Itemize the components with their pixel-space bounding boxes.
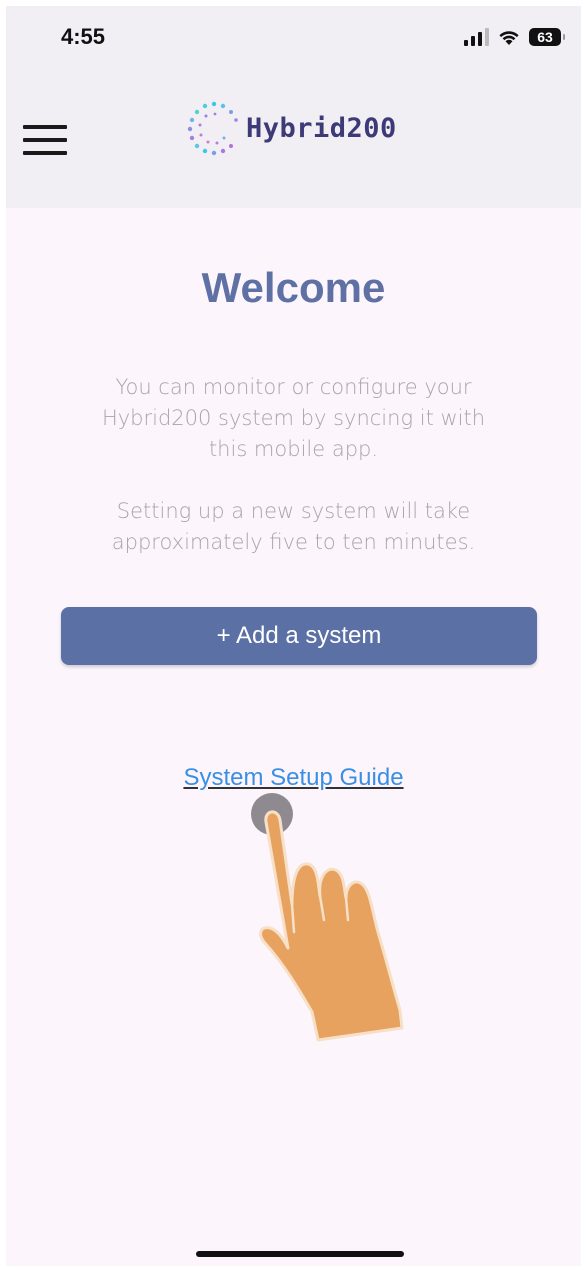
system-setup-guide-link[interactable]: System Setup Guide	[6, 764, 581, 792]
logo-text: Hybrid200	[246, 112, 397, 144]
home-indicator[interactable]	[196, 1251, 404, 1257]
setup-time-text: Setting up a new system will take approx…	[111, 499, 476, 554]
page-title: Welcome	[201, 264, 386, 311]
status-bar: 4:55 63	[6, 6, 581, 76]
app-header: Hybrid200	[6, 76, 581, 208]
cellular-signal-icon	[464, 28, 489, 46]
pointing-hand-icon	[251, 793, 404, 1042]
status-icons: 63	[464, 26, 565, 48]
battery-indicator: 63	[529, 28, 565, 46]
hamburger-menu-icon[interactable]	[23, 125, 67, 155]
intro-text: You can monitor or configure your Hybrid…	[101, 375, 486, 461]
logo-dots-icon	[187, 101, 238, 156]
app-screen: 4:55 63 Hybrid200 Welcome You can monito…	[6, 6, 581, 1266]
add-system-button[interactable]: + Add a system	[61, 607, 537, 665]
status-time: 4:55	[61, 24, 106, 49]
wifi-icon	[499, 31, 519, 45]
hybrid200-logo: Hybrid200	[186, 100, 397, 156]
main-content: Welcome You can monitor or configure you…	[6, 208, 581, 1266]
